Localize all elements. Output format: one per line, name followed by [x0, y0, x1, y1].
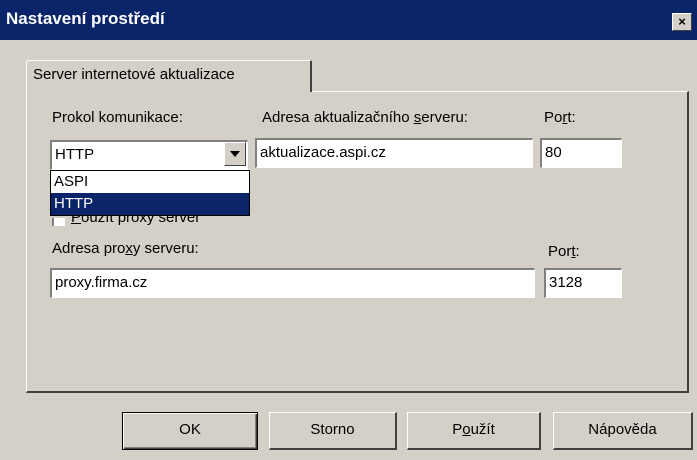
cancel-button[interactable]: Storno: [269, 412, 397, 450]
apply-button[interactable]: Použít: [407, 412, 541, 450]
tab-label: Server internetové aktualizace: [33, 66, 235, 83]
window-title: Nastavení prostředí: [6, 9, 165, 28]
ok-button[interactable]: OK: [122, 412, 258, 450]
protocol-dropdown-list[interactable]: ASPI HTTP: [50, 170, 250, 216]
dropdown-option-aspi[interactable]: ASPI: [51, 171, 249, 193]
close-icon: ×: [678, 14, 686, 29]
title-bar[interactable]: Nastavení prostředí ×: [0, 0, 697, 40]
tab-server-update[interactable]: Server internetové aktualizace: [26, 60, 312, 92]
tab-panel: [26, 91, 689, 393]
help-button[interactable]: Nápověda: [553, 412, 693, 450]
dropdown-option-http[interactable]: HTTP: [51, 193, 249, 215]
close-button[interactable]: ×: [672, 13, 692, 31]
